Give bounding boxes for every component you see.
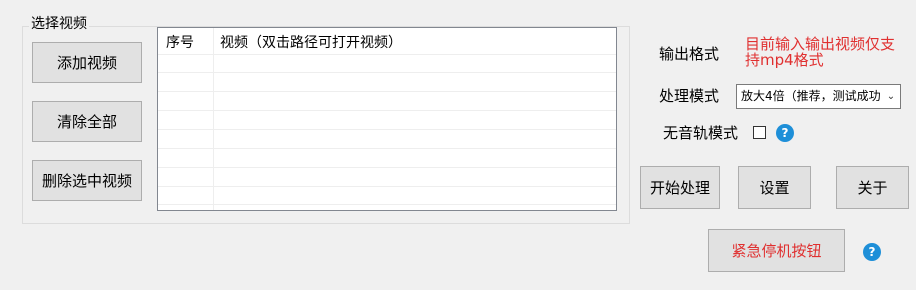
clear-all-button[interactable]: 清除全部 xyxy=(32,101,142,142)
mode-select[interactable]: 放大4倍（推荐，测试成功 ⌄ xyxy=(736,84,901,109)
column-header-index[interactable]: 序号 xyxy=(166,32,194,52)
output-format-label: 输出格式 xyxy=(659,45,720,63)
row-line xyxy=(158,110,616,111)
column-header-path[interactable]: 视频（双击路径可打开视频） xyxy=(220,32,402,52)
row-line xyxy=(158,72,616,73)
about-button[interactable]: 关于 xyxy=(836,166,909,209)
output-format-note: 目前输入输出视频仅支持mp4格式 xyxy=(745,35,896,69)
row-line xyxy=(158,186,616,187)
mode-select-value: 放大4倍（推荐，测试成功 xyxy=(741,89,881,103)
row-line xyxy=(158,204,616,205)
column-divider xyxy=(213,28,214,210)
no-audio-label: 无音轨模式 xyxy=(663,124,739,142)
mode-label: 处理模式 xyxy=(659,87,720,105)
row-line xyxy=(158,167,616,168)
row-line xyxy=(158,91,616,92)
row-line xyxy=(158,148,616,149)
settings-button[interactable]: 设置 xyxy=(738,166,811,209)
row-line xyxy=(158,54,616,55)
start-processing-button[interactable]: 开始处理 xyxy=(640,166,720,209)
emergency-stop-button[interactable]: 紧急停机按钮 xyxy=(708,229,845,272)
add-video-button[interactable]: 添加视频 xyxy=(32,42,142,83)
chevron-down-icon: ⌄ xyxy=(886,91,896,102)
video-list[interactable]: 序号 视频（双击路径可打开视频） xyxy=(157,27,617,211)
help-icon[interactable]: ? xyxy=(776,124,794,142)
delete-selected-button[interactable]: 删除选中视频 xyxy=(32,160,142,201)
help-icon[interactable]: ? xyxy=(863,243,881,261)
no-audio-checkbox[interactable] xyxy=(753,126,766,139)
video-group-title: 选择视频 xyxy=(29,16,89,32)
list-header: 序号 视频（双击路径可打开视频） xyxy=(158,28,616,54)
row-line xyxy=(158,129,616,130)
